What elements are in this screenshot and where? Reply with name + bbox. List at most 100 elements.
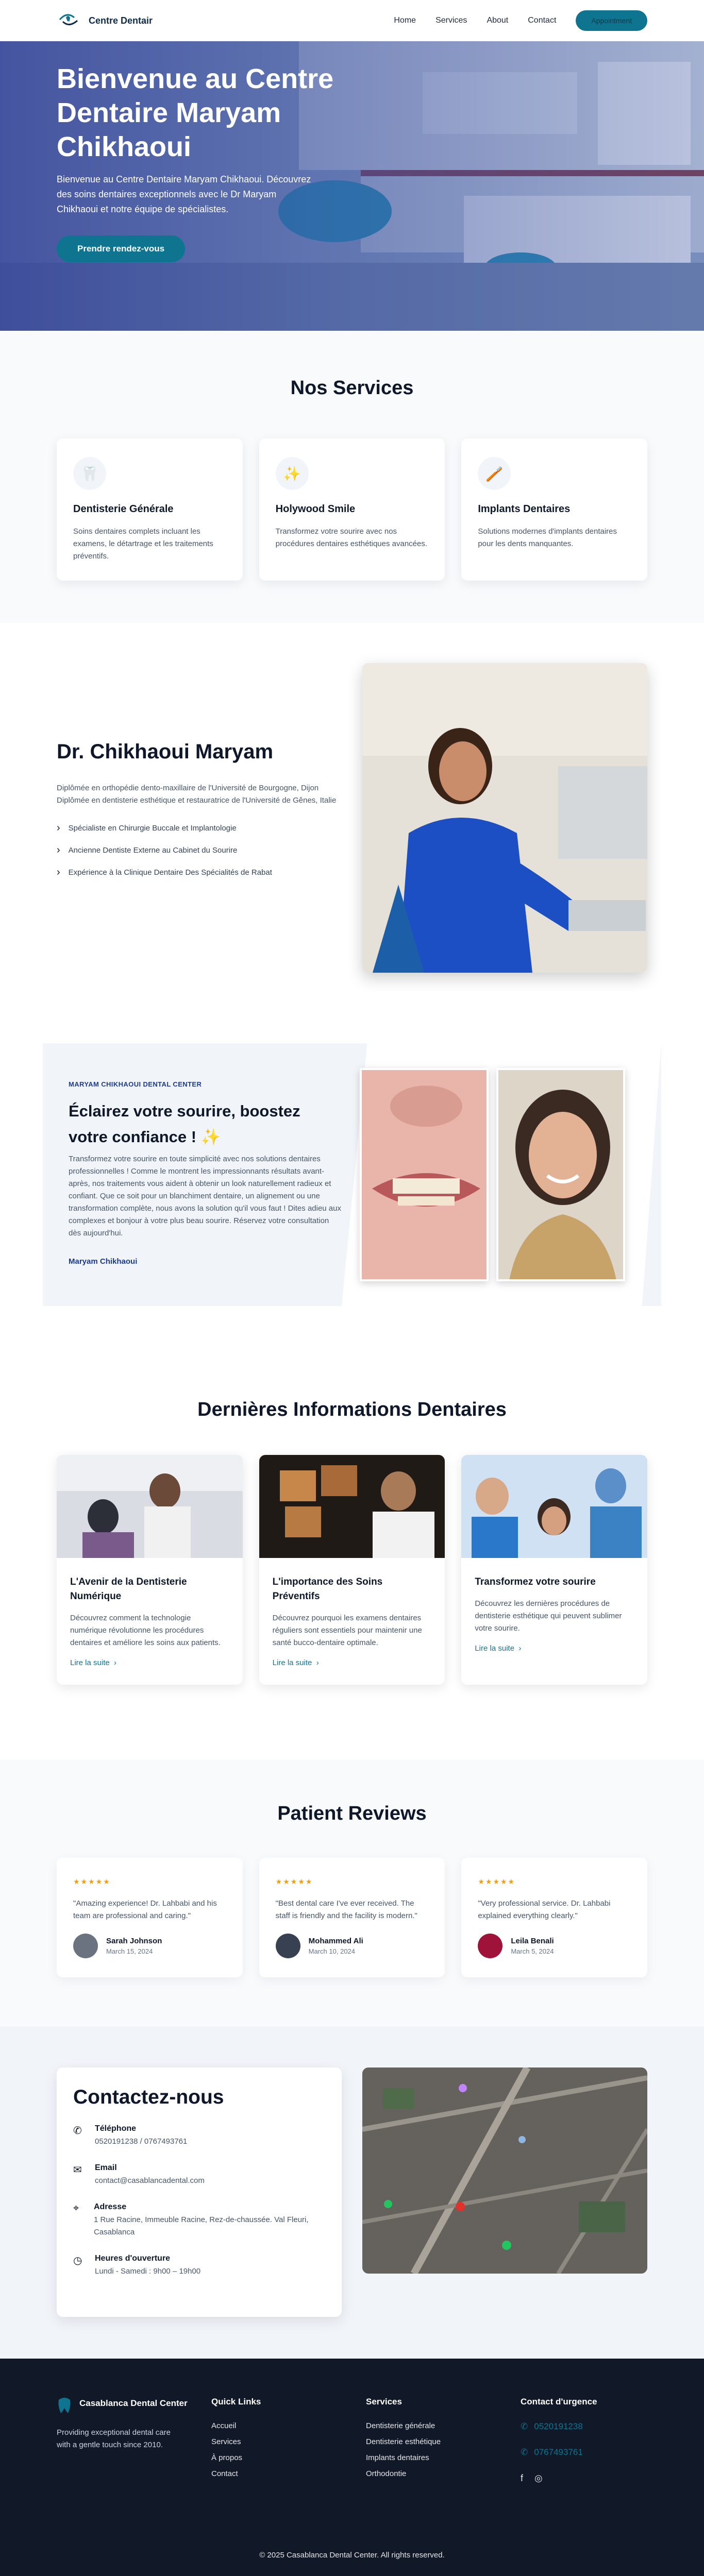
footer-link-about[interactable]: À propos: [211, 2453, 366, 2462]
emergency-phone[interactable]: ✆ 0520191238: [521, 2421, 647, 2432]
avatar: [73, 1934, 98, 1958]
map-marker-icon: [456, 2202, 465, 2211]
service-card-general[interactable]: 🦷 Dentisterie Générale Soins dentaires c…: [57, 438, 243, 581]
reviews-section: Patient Reviews ★★★★★ "Amazing experienc…: [0, 1759, 704, 2026]
review-card: ★★★★★ "Amazing experience! Dr. Lahbabi a…: [57, 1858, 243, 1977]
read-more-link[interactable]: Lire la suite ›: [273, 1658, 319, 1667]
blog-post-excerpt: Découvrez comment la technologie numériq…: [70, 1614, 221, 1647]
nav-contact[interactable]: Contact: [528, 16, 556, 25]
service-title: Holywood Smile: [275, 503, 356, 515]
contact-label: Téléphone: [95, 2124, 137, 2133]
instagram-icon[interactable]: ◎: [534, 2473, 543, 2484]
footer-link-home[interactable]: Accueil: [211, 2421, 366, 2430]
emergency-title: Contact d'urgence: [521, 2397, 597, 2406]
footer-link-services[interactable]: Services: [211, 2437, 366, 2446]
location-map[interactable]: [362, 2067, 647, 2274]
footer-link-implants[interactable]: Implants dentaires: [366, 2453, 521, 2462]
blog-image: [461, 1455, 648, 1558]
nav-home[interactable]: Home: [394, 16, 416, 25]
blog-image: [57, 1455, 243, 1558]
clock-icon: ◷: [73, 2255, 82, 2266]
review-card: ★★★★★ "Best dental care I've ever receiv…: [259, 1858, 445, 1977]
promo-section: MARYAM CHIKHAOUI DENTAL CENTER Éclairez …: [0, 1043, 704, 1399]
location-icon: ⌖: [73, 2202, 79, 2214]
star-rating-icon: ★★★★★: [275, 1877, 313, 1886]
blog-post-excerpt: Découvrez pourquoi les examens dentaires…: [272, 1614, 422, 1647]
blog-card-digital[interactable]: L'Avenir de la Dentisterie Numérique Déc…: [57, 1455, 243, 1685]
chevron-right-icon: ›: [57, 844, 60, 856]
footer-link-cosmetic[interactable]: Dentisterie esthétique: [366, 2437, 521, 2446]
review-card: ★★★★★ "Very professional service. Dr. La…: [461, 1858, 648, 1977]
service-title: Implants Dentaires: [478, 503, 571, 515]
email-value[interactable]: contact@casablancadental.com: [95, 2175, 205, 2187]
nav-services[interactable]: Services: [435, 16, 467, 25]
list-item: › Ancienne Dentiste Externe au Cabinet du…: [57, 844, 238, 856]
emergency-phone[interactable]: ✆ 0767493761: [521, 2447, 647, 2458]
review-quote: "Very professional service. Dr. Lahbabi …: [478, 1899, 611, 1920]
star-rating-icon: ★★★★★: [73, 1877, 111, 1886]
blog-image: [259, 1455, 445, 1558]
services-section: Nos Services 🦷 Dentisterie Générale Soin…: [0, 331, 704, 623]
address-value: 1 Rue Racine, Immeuble Racine, Rez-de-ch…: [93, 2215, 309, 2236]
footer-link-orthodontics[interactable]: Orthodontie: [366, 2469, 521, 2478]
reviewer-name: Mohammed Ali: [308, 1937, 363, 1945]
service-description: Transformez votre sourire avec nos procé…: [275, 527, 428, 548]
tooth-logo-icon: [58, 2398, 71, 2413]
list-item: › Expérience à la Clinique Dentaire Des S…: [57, 867, 272, 878]
review-date: March 10, 2024: [308, 1947, 356, 1955]
phone-icon: ✆: [73, 2125, 82, 2137]
hero-subtitle: Bienvenue au Centre Dentaire Maryam Chik…: [57, 174, 311, 214]
mail-icon: ✉: [73, 2164, 82, 2176]
service-card-hollywood-smile[interactable]: ✨ Holywood Smile Transformez votre souri…: [259, 438, 445, 581]
blog-card-preventive[interactable]: L'importance des Soins Préventifs Découv…: [259, 1455, 445, 1685]
reviews-title: Patient Reviews: [277, 1803, 427, 1824]
blog-section: Dernières Informations Dentaires L'Aveni…: [0, 1399, 704, 1759]
avatar: [275, 1934, 300, 1958]
blog-post-title: L'Avenir de la Dentisterie Numérique: [70, 1577, 187, 1602]
read-more-link[interactable]: Lire la suite ›: [70, 1658, 116, 1667]
footer-tagline: Providing exceptional dental care with a…: [57, 2428, 171, 2449]
list-item: › Spécialiste en Chirurgie Buccale et Imp…: [57, 822, 237, 834]
appointment-button[interactable]: Appointment: [576, 10, 647, 31]
promo-signature: Maryam Chikhaoui: [69, 1257, 138, 1266]
hero-title: Bienvenue au Centre Dentaire Maryam Chik…: [57, 63, 334, 162]
after-photo: [496, 1068, 625, 1281]
contact-section: Contactez-nous ✆ Téléphone 0520191238 / …: [0, 2026, 704, 2359]
promo-banner: MARYAM CHIKHAOUI DENTAL CENTER Éclairez …: [43, 1043, 661, 1306]
hero-section: Bienvenue au Centre Dentaire Maryam Chik…: [0, 41, 704, 331]
book-appointment-button[interactable]: Prendre rendez-vous: [57, 235, 186, 262]
promo-title: Éclairez votre sourire, boostez votre co…: [69, 1102, 300, 1146]
blog-post-title: Transformez votre sourire: [475, 1577, 596, 1587]
review-quote: "Amazing experience! Dr. Lahbabi and his…: [73, 1899, 217, 1920]
promo-kicker: MARYAM CHIKHAOUI DENTAL CENTER: [69, 1080, 202, 1088]
doctor-section: Dr. Chikhaoui Maryam Diplômée en orthopé…: [0, 623, 704, 1043]
blog-post-title: L'importance des Soins Préventifs: [272, 1577, 383, 1602]
nav-about[interactable]: About: [487, 16, 508, 25]
footer-link-contact[interactable]: Contact: [211, 2469, 366, 2478]
doctor-description: Diplômée en orthopédie dento-maxillaire …: [57, 784, 337, 805]
chevron-right-icon: ›: [57, 822, 60, 834]
phone-value[interactable]: 0520191238 / 0767493761: [95, 2136, 187, 2148]
logo-mark-icon: [59, 14, 78, 25]
logo[interactable]: Centre Dentair: [57, 10, 153, 31]
contact-title: Contactez-nous: [73, 2086, 224, 2108]
implant-icon: 🪥: [478, 457, 511, 490]
tooth-icon: 🦷: [73, 457, 106, 490]
promo-text: Transformez votre sourire en toute simpl…: [69, 1155, 341, 1238]
star-rating-icon: ★★★★★: [478, 1877, 516, 1886]
footer-services-title: Services: [366, 2397, 402, 2406]
services-title: Nos Services: [290, 377, 414, 399]
avatar: [478, 1934, 503, 1958]
reviewer-name: Leila Benali: [511, 1937, 554, 1945]
phone-icon: ✆: [521, 2421, 528, 2431]
reviewer-name: Sarah Johnson: [106, 1937, 162, 1945]
quick-links-title: Quick Links: [211, 2397, 261, 2406]
read-more-link[interactable]: Lire la suite ›: [475, 1644, 521, 1653]
facebook-icon[interactable]: f: [521, 2473, 523, 2484]
service-card-implants[interactable]: 🪥 Implants Dentaires Solutions modernes …: [461, 438, 648, 581]
footer: Casablanca Dental Center Providing excep…: [0, 2359, 704, 2576]
blog-card-smile[interactable]: Transformez votre sourire Découvrez les …: [461, 1455, 648, 1685]
doctor-photo: [362, 663, 647, 973]
blog-title: Dernières Informations Dentaires: [197, 1399, 507, 1420]
footer-link-general[interactable]: Dentisterie générale: [366, 2421, 521, 2430]
